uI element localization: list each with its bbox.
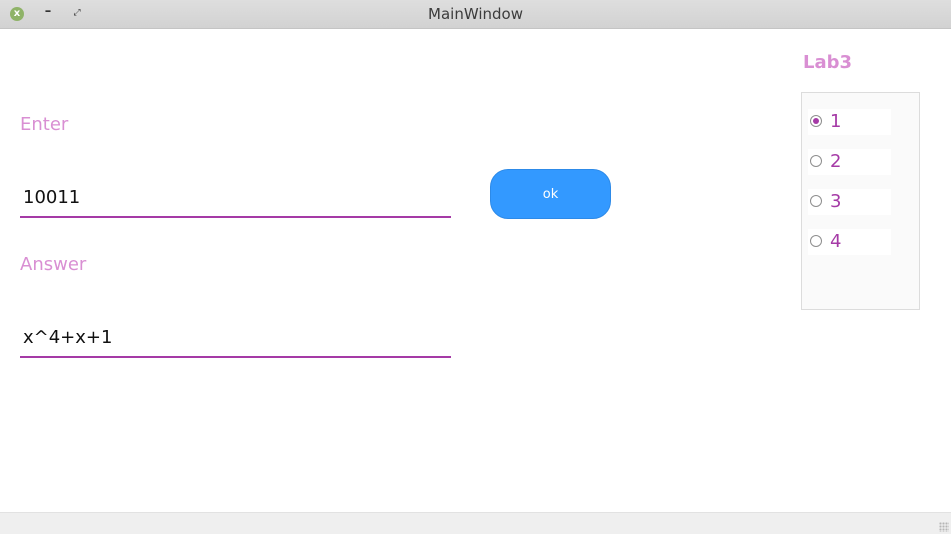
enter-label: Enter [20, 114, 69, 135]
radio-option-4[interactable]: 4 [808, 229, 891, 255]
group-title: Lab3 [803, 52, 853, 73]
maximize-icon[interactable]: ⤢ [71, 6, 83, 20]
radio-unchecked-icon [810, 195, 822, 207]
radio-checked-icon [810, 115, 822, 127]
answer-label: Answer [20, 254, 87, 275]
radio-label: 2 [830, 151, 842, 172]
minimize-icon[interactable]: – [42, 4, 54, 20]
radio-option-1[interactable]: 1 [808, 109, 891, 135]
radio-unchecked-icon [810, 155, 822, 167]
radio-option-3[interactable]: 3 [808, 189, 891, 215]
radio-label: 4 [830, 231, 842, 252]
answer-field[interactable] [20, 318, 451, 358]
radio-label: 3 [830, 191, 842, 212]
window-title: MainWindow [428, 5, 523, 23]
resize-grip-icon[interactable] [939, 522, 949, 532]
close-icon[interactable]: x [10, 7, 24, 21]
status-bar [0, 512, 951, 534]
radio-unchecked-icon [810, 235, 822, 247]
ok-button[interactable]: ok [490, 169, 611, 219]
radio-option-2[interactable]: 2 [808, 149, 891, 175]
enter-input[interactable] [20, 178, 451, 218]
radio-label: 1 [830, 111, 842, 132]
title-bar: MainWindow x – ⤢ [0, 0, 951, 29]
